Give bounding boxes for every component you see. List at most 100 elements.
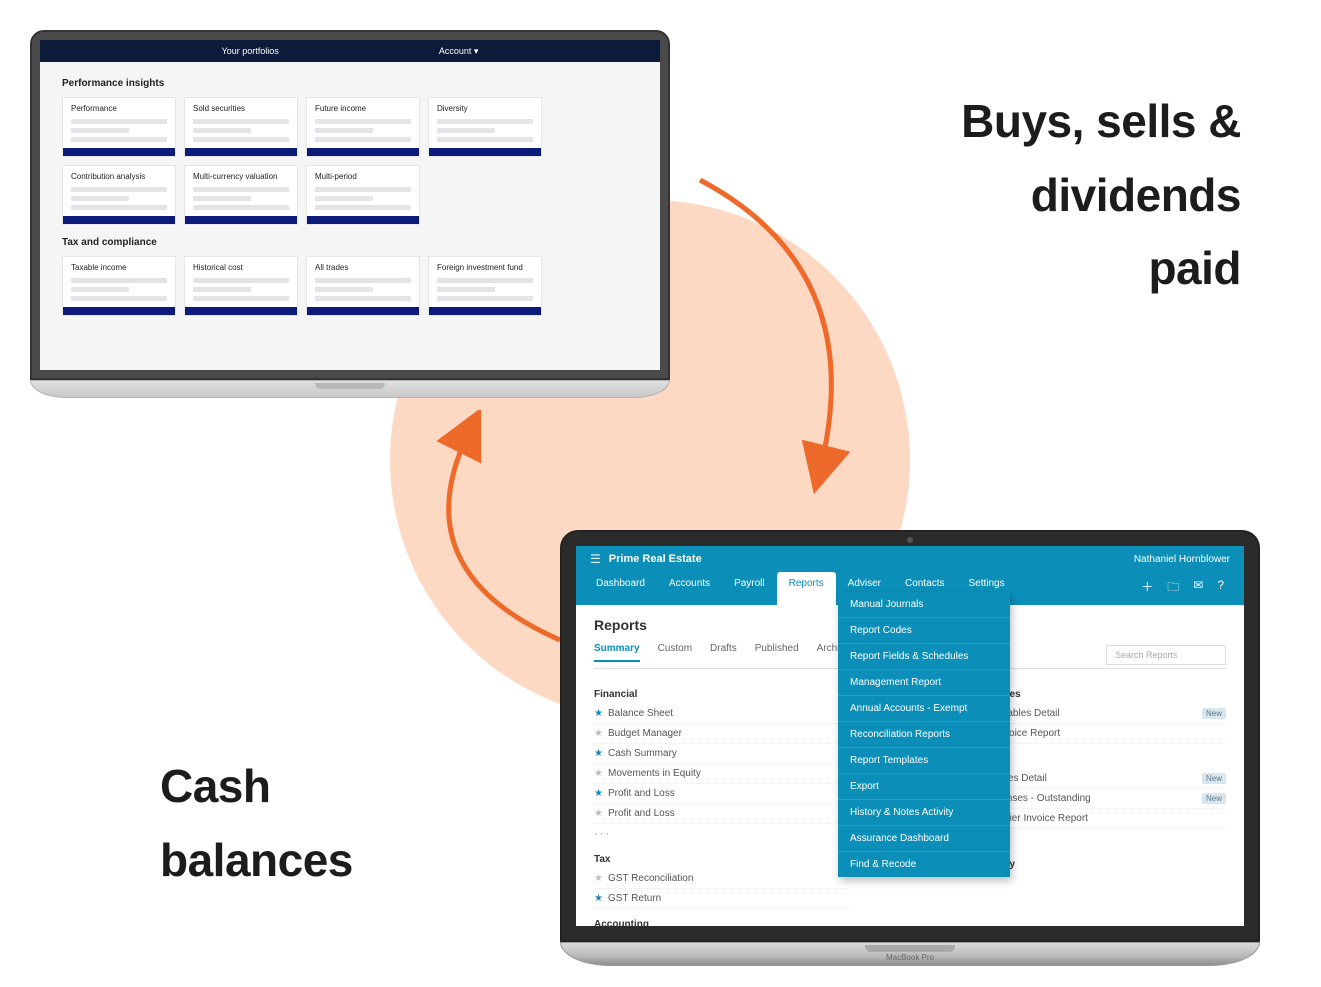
headline-bottom-line2: balances xyxy=(160,834,353,886)
nav-tab-dashboard[interactable]: Dashboard xyxy=(584,572,657,605)
new-badge: New xyxy=(1202,708,1226,719)
dropdown-item-management-report[interactable]: Management Report xyxy=(838,670,1010,696)
report-row-profit-and-loss[interactable]: ★Profit and Loss xyxy=(594,784,850,804)
report-card-title: Multi-period xyxy=(315,172,411,181)
nav-tab-reports[interactable]: Reports xyxy=(777,572,836,605)
report-name: ayables Detail xyxy=(984,773,1202,784)
adviser-dropdown[interactable]: Manual JournalsReport CodesReport Fields… xyxy=(838,592,1010,877)
report-card-foreign-investment-fund[interactable]: Foreign investment fund xyxy=(428,256,542,316)
dropdown-item-assurance-dashboard[interactable]: Assurance Dashboard xyxy=(838,826,1010,852)
user-name[interactable]: Nathaniel Hornblower xyxy=(1134,554,1230,565)
star-icon[interactable]: ★ xyxy=(594,728,608,739)
portfolio-nav-account[interactable]: Account ▾ xyxy=(439,40,479,62)
report-row-gst-reconciliation[interactable]: ★GST Reconciliation xyxy=(594,869,850,889)
report-card-diversity[interactable]: Diversity xyxy=(428,97,542,157)
dropdown-item-report-fields-schedules[interactable]: Report Fields & Schedules xyxy=(838,644,1010,670)
help-icon[interactable]: ? xyxy=(1217,578,1224,599)
report-row-gst-return[interactable]: ★GST Return xyxy=(594,889,850,909)
more-icon[interactable]: ··· xyxy=(594,824,850,844)
star-icon[interactable]: ★ xyxy=(594,768,608,779)
subtab-published[interactable]: Published xyxy=(755,643,799,662)
dropdown-item-reconciliation-reports[interactable]: Reconciliation Reports xyxy=(838,722,1010,748)
report-row-balance-sheet[interactable]: ★Balance Sheet xyxy=(594,704,850,724)
plus-icon[interactable]: ＋ xyxy=(1141,578,1153,599)
dropdown-item-export[interactable]: Export xyxy=(838,774,1010,800)
laptop-brand: MacBook Pro xyxy=(561,953,1259,962)
subtab-drafts[interactable]: Drafts xyxy=(710,643,737,662)
report-name: Profit and Loss xyxy=(608,808,850,819)
star-icon[interactable]: ★ xyxy=(594,893,608,904)
report-row-budget-manager[interactable]: ★Budget Manager xyxy=(594,724,850,744)
report-name: Expenses - Outstanding xyxy=(984,793,1202,804)
report-name: Supplier Invoice Report xyxy=(984,813,1226,824)
group-financial: Financial xyxy=(594,689,850,700)
report-card-multi-period[interactable]: Multi-period xyxy=(306,165,420,225)
report-card-performance[interactable]: Performance xyxy=(62,97,176,157)
report-card-title: All trades xyxy=(315,263,411,272)
report-name: Balance Sheet xyxy=(608,708,850,719)
star-icon[interactable]: ★ xyxy=(594,808,608,819)
star-icon[interactable]: ★ xyxy=(594,708,608,719)
nav-tab-payroll[interactable]: Payroll xyxy=(722,572,777,605)
report-row-profit-and-loss[interactable]: ★Profit and Loss xyxy=(594,804,850,824)
section-performance-insights: Performance insights xyxy=(62,78,638,89)
menu-icon[interactable]: ☰ xyxy=(590,552,601,566)
headline-top: Buys, sells & dividends paid xyxy=(961,85,1241,306)
report-card-title: Diversity xyxy=(437,104,533,113)
report-name: Movements in Equity xyxy=(608,768,850,779)
star-icon[interactable]: ★ xyxy=(594,748,608,759)
portfolio-nav-center[interactable]: Your portfolios xyxy=(222,40,279,62)
mail-icon[interactable]: ✉ xyxy=(1193,578,1203,599)
report-name: eceivables Detail xyxy=(984,708,1202,719)
folder-icon[interactable]: 🗀 xyxy=(1167,578,1179,599)
report-name: GST Reconciliation xyxy=(608,873,850,884)
report-card-title: Contribution analysis xyxy=(71,172,167,181)
laptop-xero: ☰ Prime Real Estate Nathaniel Hornblower… xyxy=(560,530,1260,966)
dropdown-item-manual-journals[interactable]: Manual Journals xyxy=(838,592,1010,618)
report-card-sold-securities[interactable]: Sold securities xyxy=(184,97,298,157)
section-tax-compliance: Tax and compliance xyxy=(62,237,638,248)
headline-top-line2: dividends xyxy=(1031,169,1241,221)
report-card-title: Sold securities xyxy=(193,104,289,113)
camera-dot xyxy=(907,537,913,543)
star-icon[interactable]: ★ xyxy=(594,788,608,799)
dropdown-item-report-templates[interactable]: Report Templates xyxy=(838,748,1010,774)
group-accounting: Accounting xyxy=(594,919,850,926)
headline-top-line1: Buys, sells & xyxy=(961,95,1241,147)
subtab-custom[interactable]: Custom xyxy=(658,643,692,662)
search-input[interactable]: Search Reports xyxy=(1106,645,1226,665)
report-card-title: Future income xyxy=(315,104,411,113)
report-card-title: Foreign investment fund xyxy=(437,263,533,272)
report-card-all-trades[interactable]: All trades xyxy=(306,256,420,316)
dropdown-item-annual-accounts-exempt[interactable]: Annual Accounts - Exempt xyxy=(838,696,1010,722)
dropdown-item-find-recode[interactable]: Find & Recode xyxy=(838,852,1010,877)
report-card-contribution-analysis[interactable]: Contribution analysis xyxy=(62,165,176,225)
report-card-title: Performance xyxy=(71,104,167,113)
report-name: Budget Manager xyxy=(608,728,850,739)
dropdown-item-report-codes[interactable]: Report Codes xyxy=(838,618,1010,644)
headline-bottom-line1: Cash xyxy=(160,760,270,812)
subtab-summary[interactable]: Summary xyxy=(594,643,640,662)
report-card-taxable-income[interactable]: Taxable income xyxy=(62,256,176,316)
company-name[interactable]: Prime Real Estate xyxy=(609,553,702,565)
new-badge: New xyxy=(1202,793,1226,804)
report-card-historical-cost[interactable]: Historical cost xyxy=(184,256,298,316)
dropdown-item-history-notes-activity[interactable]: History & Notes Activity xyxy=(838,800,1010,826)
report-name: Profit and Loss xyxy=(608,788,850,799)
report-card-multi-currency-valuation[interactable]: Multi-currency valuation xyxy=(184,165,298,225)
report-row-cash-summary[interactable]: ★Cash Summary xyxy=(594,744,850,764)
headline-bottom: Cash balances xyxy=(160,750,353,897)
new-badge: New xyxy=(1202,773,1226,784)
arrow-down-right xyxy=(640,150,900,500)
report-card-title: Taxable income xyxy=(71,263,167,272)
report-row-movements-in-equity[interactable]: ★Movements in Equity xyxy=(594,764,850,784)
headline-top-line3: paid xyxy=(1148,242,1241,294)
nav-tab-accounts[interactable]: Accounts xyxy=(657,572,722,605)
report-card-title: Multi-currency valuation xyxy=(193,172,289,181)
report-name: er Invoice Report xyxy=(984,728,1226,739)
report-name: GST Return xyxy=(608,893,850,904)
report-card-title: Historical cost xyxy=(193,263,289,272)
group-tax: Tax xyxy=(594,854,850,865)
report-card-future-income[interactable]: Future income xyxy=(306,97,420,157)
star-icon[interactable]: ★ xyxy=(594,873,608,884)
